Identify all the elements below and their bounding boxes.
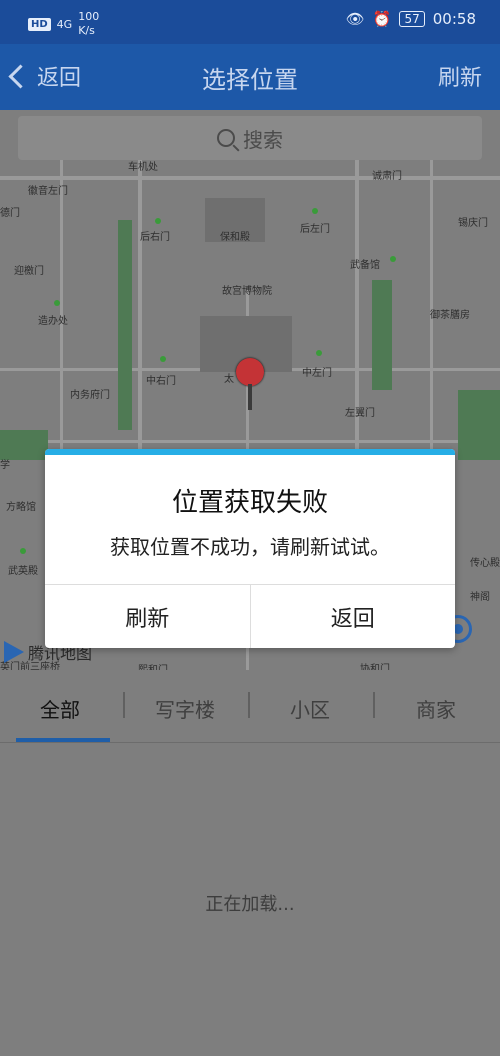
- search-placeholder: 搜索: [243, 127, 283, 152]
- dialog-actions: 刷新 返回: [45, 584, 455, 648]
- poi-marker: [20, 548, 26, 554]
- search-bar[interactable]: 搜索: [18, 116, 482, 160]
- map-label: 神阁: [470, 592, 490, 603]
- nav-bar: 返回 选择位置 刷新: [0, 44, 500, 110]
- poi-marker: [390, 256, 396, 262]
- location-pin-icon: [236, 358, 264, 386]
- map-label: 熙和门: [138, 661, 168, 670]
- map-label: 诚肃门: [372, 171, 402, 182]
- tab-all[interactable]: 全部: [40, 694, 80, 723]
- network-speed: 100 K/s: [78, 10, 99, 38]
- poi-marker: [155, 218, 161, 224]
- map-label: 中右门: [146, 376, 176, 387]
- network-badge: HD: [28, 17, 51, 31]
- map-label: 徽音左门: [28, 186, 68, 197]
- refresh-nav-button[interactable]: 刷新: [438, 60, 482, 92]
- poi-marker: [316, 350, 322, 356]
- map-label: 德门: [0, 208, 20, 219]
- active-tab-indicator: [16, 738, 110, 742]
- category-tabs: 全部 写字楼 小区 商家: [0, 670, 500, 743]
- location-pin-stem: [248, 384, 252, 410]
- page-title: 选择位置: [202, 66, 298, 94]
- poi-marker: [160, 356, 166, 362]
- map-label: 保和殿: [220, 232, 250, 243]
- map-label: 传心殿: [470, 558, 500, 569]
- poi-marker: [54, 300, 60, 306]
- map-park: [372, 280, 392, 390]
- dialog-accent-bar: [45, 449, 455, 455]
- time: 00:58: [432, 10, 476, 28]
- map-label: 学: [0, 460, 10, 471]
- map-park: [458, 390, 500, 460]
- map-road: [0, 440, 500, 443]
- map-label: 锡庆门: [458, 218, 488, 229]
- map-label: 左翼门: [345, 408, 375, 419]
- speed-value: 100: [78, 10, 100, 23]
- status-right: 👁 ⏰ 57 00:58: [346, 10, 476, 28]
- search-icon: [217, 129, 235, 147]
- dialog-back-button[interactable]: 返回: [249, 585, 456, 648]
- map-label: 故宫博物院: [222, 286, 272, 297]
- dialog-title: 位置获取失败: [171, 488, 328, 518]
- tab-community[interactable]: 小区: [290, 694, 330, 723]
- tab-divider: [248, 692, 250, 718]
- map-label: 后左门: [300, 224, 330, 235]
- map-label: 造办处: [38, 316, 68, 327]
- tab-divider: [373, 692, 375, 718]
- loading-text: 正在加载...: [205, 894, 295, 915]
- dialog-refresh-button[interactable]: 刷新: [45, 585, 250, 648]
- eye-icon: 👁: [345, 10, 365, 28]
- map-label: 武备馆: [350, 260, 380, 271]
- map-label: 迎檄门: [14, 266, 44, 277]
- dialog-message: 获取位置不成功，请刷新试试。: [110, 535, 390, 559]
- map-road: [0, 176, 500, 180]
- status-bar: HD 4G 100 K/s 👁 ⏰ 57 00:58: [0, 0, 500, 44]
- poi-marker: [312, 208, 318, 214]
- map-label: 车机处: [128, 162, 158, 173]
- map-label: 太: [224, 374, 234, 385]
- alarm-icon: ⏰: [372, 10, 392, 28]
- battery-icon: 57: [399, 11, 425, 27]
- status-left: HD 4G 100 K/s: [28, 10, 99, 38]
- location-error-dialog: 位置获取失败 获取位置不成功，请刷新试试。 刷新 返回: [45, 449, 455, 648]
- tab-merchant[interactable]: 商家: [416, 694, 456, 723]
- tencent-map-logo-icon: [4, 641, 24, 663]
- map-label: 内务府门: [70, 390, 110, 401]
- map-park: [118, 220, 132, 430]
- signal-icon: 4G: [56, 17, 73, 31]
- map-label: 中左门: [302, 368, 332, 379]
- tab-divider: [123, 692, 125, 718]
- map-label: 后右门: [140, 232, 170, 243]
- tab-office[interactable]: 写字楼: [155, 694, 215, 723]
- map-label: 御茶膳房: [430, 310, 470, 321]
- map-label: 协和门: [360, 664, 390, 670]
- map-label: 武英殿: [8, 566, 38, 577]
- map-label: 方略馆: [6, 502, 36, 513]
- speed-unit: K/s: [78, 24, 95, 37]
